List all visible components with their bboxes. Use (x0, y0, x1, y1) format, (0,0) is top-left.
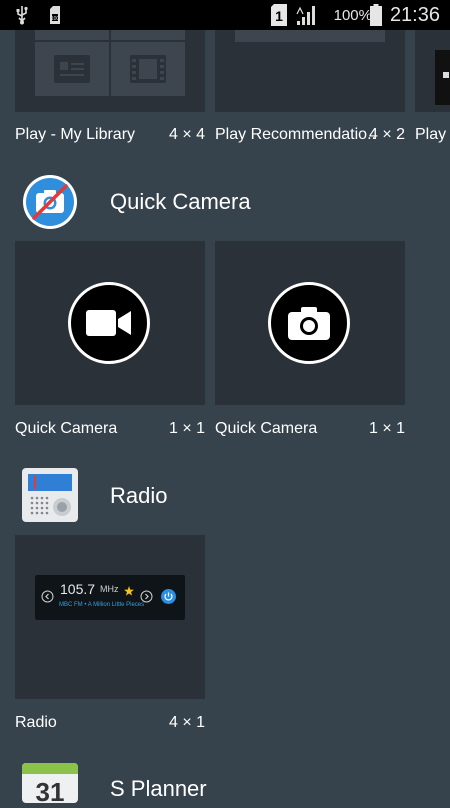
chevron-left-icon (41, 590, 54, 608)
widget-label: Play Recommendatio.. (215, 126, 376, 143)
quick-camera-video-widget[interactable] (15, 241, 205, 405)
radio-station-line: MBC FM • A Million Little Pieces (59, 602, 145, 608)
app-name: S Planner (110, 776, 207, 801)
radio-unit: MHz (100, 584, 119, 594)
svg-text:100: 100 (51, 16, 60, 22)
widget-size: 4 × 2 (368, 126, 405, 143)
quick-camera-photo-widget[interactable] (215, 241, 405, 405)
widget-size: 1 × 1 (168, 420, 205, 437)
clock: 21:36 (389, 3, 440, 26)
library-preview-cell (35, 42, 109, 96)
usb-icon (14, 0, 30, 30)
film-icon (130, 55, 166, 83)
radio-app-icon (22, 468, 78, 522)
calendar-day: 31 (36, 777, 65, 803)
battery-percent: 100% (333, 6, 372, 24)
star-icon (124, 583, 134, 601)
widget-label: Quick Camera (15, 420, 118, 437)
signal-icon (296, 0, 318, 30)
play-widget-preview (435, 50, 450, 105)
app-name: Quick Camera (110, 189, 251, 214)
quick-camera-app-icon (22, 174, 78, 230)
battery-icon (370, 0, 382, 30)
widget-label: Radio (15, 714, 57, 731)
power-icon (161, 589, 176, 609)
document-icon (54, 55, 90, 83)
chevron-right-icon (140, 590, 153, 608)
widget-label: Play S (415, 126, 450, 143)
radio-widget-preview: 105.7 MHz MBC FM • A Million Little Piec… (35, 575, 185, 620)
sim-slot-number: 1 (275, 8, 283, 24)
status-bar: 100 1 100% 21:36 (0, 0, 450, 30)
widget-label: Quick Camera (215, 420, 318, 437)
radio-frequency: 105.7 (60, 581, 96, 597)
widget-size: 4 × 1 (168, 714, 205, 731)
calendar-app-icon: 31 (22, 763, 78, 807)
widget-size: 1 × 1 (368, 420, 405, 437)
sim-card-icon: 1 (270, 0, 288, 30)
sd-card-icon: 100 (48, 0, 62, 30)
video-camera-icon (68, 282, 150, 364)
widget-size: 4 × 4 (168, 126, 205, 143)
widget-label: Play - My Library (15, 126, 136, 143)
app-name: Radio (110, 483, 168, 508)
photo-camera-icon (268, 282, 350, 364)
library-preview-cell (111, 42, 185, 96)
